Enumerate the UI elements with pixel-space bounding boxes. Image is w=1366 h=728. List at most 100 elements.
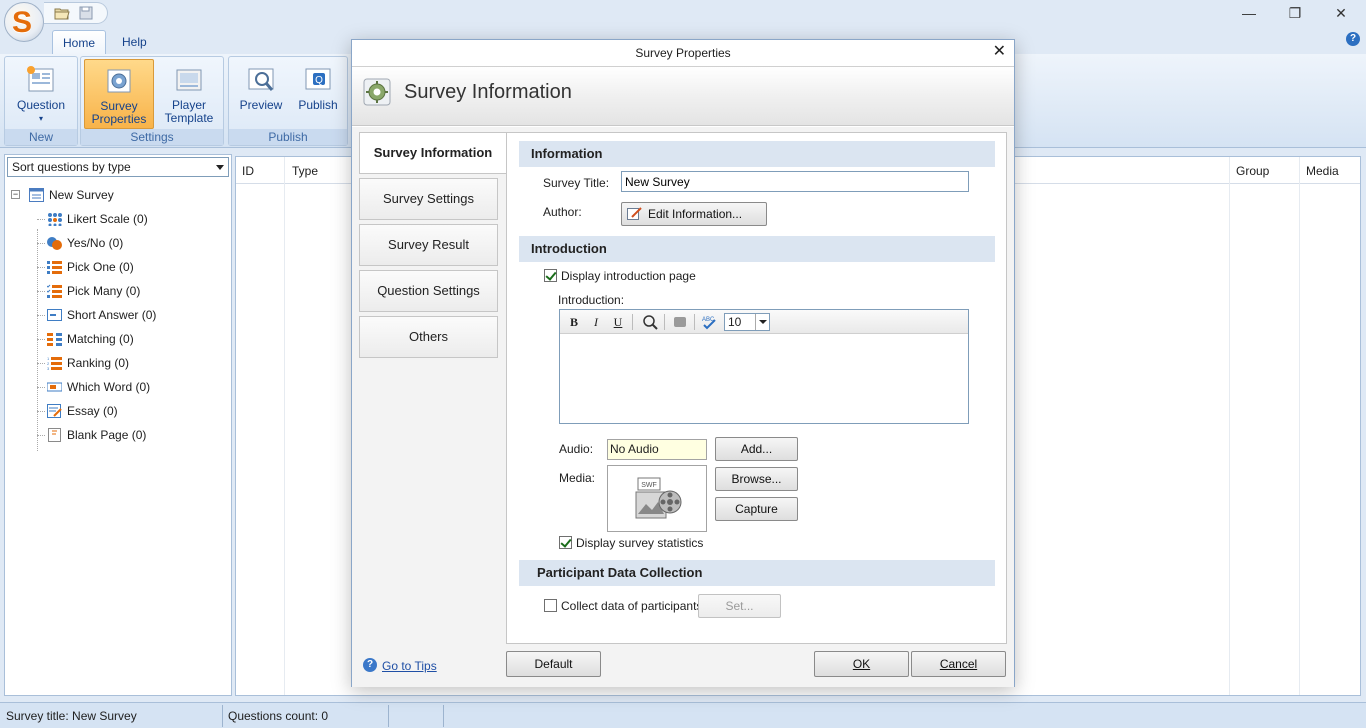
status-survey-title: Survey title: New Survey [6,709,137,723]
tab-question-settings[interactable]: Question Settings [359,270,498,312]
column-header-group[interactable]: Group [1236,164,1269,178]
pick-one-icon [47,261,62,274]
tree-connector [37,267,45,268]
browse-media-button[interactable]: Browse... [715,467,798,491]
tree-item-matching[interactable]: Matching (0) [11,327,227,351]
tree-item-ranking[interactable]: 123 Ranking (0) [11,351,227,375]
player-template-button[interactable]: Player Template [156,59,222,129]
tree-item-likert-scale[interactable]: Likert Scale (0) [11,207,227,231]
add-audio-button[interactable]: Add... [715,437,798,461]
edit-information-button[interactable]: Edit Information... [621,202,767,226]
font-size-select[interactable]: 10 [724,313,770,331]
yes-no-icon [47,237,62,250]
tab-help[interactable]: Help [112,30,157,55]
tree-item-blank-page[interactable]: Blank Page (0) [11,423,227,447]
tree-root-new-survey[interactable]: − New Survey [11,183,227,207]
sort-select-value: Sort questions by type [12,160,131,174]
set-participant-data-button[interactable]: Set... [698,594,781,618]
save-icon[interactable] [78,6,94,20]
tree-item-short-answer[interactable]: Short Answer (0) [11,303,227,327]
tree-item-pick-many[interactable]: Pick Many (0) [11,279,227,303]
close-icon[interactable]: ✕ [993,44,1006,60]
section-introduction: Introduction [519,236,995,262]
tab-home[interactable]: Home [52,30,106,55]
tab-survey-information[interactable]: Survey Information [359,132,506,174]
svg-text:SWF: SWF [641,482,657,489]
publish-button[interactable]: Q Publish [291,59,345,129]
tab-survey-result[interactable]: Survey Result [359,224,498,266]
column-header-media[interactable]: Media [1306,164,1339,178]
go-to-tips-link[interactable]: ? Go to Tips [363,658,437,673]
section-information: Information [519,141,995,167]
display-survey-statistics-checkbox[interactable] [559,536,572,549]
survey-properties-button[interactable]: Survey Properties [84,59,154,129]
status-bar: Survey title: New Survey Questions count… [0,702,1366,728]
question-button[interactable]: Question ▾ [9,59,73,129]
tree-item-essay[interactable]: Essay (0) [11,399,227,423]
go-to-tips-label: Go to Tips [382,659,437,673]
tree-item-pick-one[interactable]: Pick One (0) [11,255,227,279]
toolbar-divider [632,314,633,330]
ok-button[interactable]: OK [814,651,909,677]
help-icon[interactable]: ? [1346,32,1360,46]
close-window-button[interactable]: ✕ [1318,0,1364,28]
survey-properties-dialog: Survey Properties ✕ Survey Information S… [351,39,1015,687]
status-questions-count: Questions count: 0 [228,709,329,723]
tree-item-yes-no[interactable]: Yes/No (0) [11,231,227,255]
question-button-label: Question [16,98,66,112]
spell-check-icon[interactable]: ABC [701,313,719,331]
status-divider [222,705,223,727]
app-logo-button[interactable]: S [4,2,44,42]
ribbon-group-new: Question ▾ New [4,56,78,146]
cancel-button[interactable]: Cancel [911,651,1006,677]
column-header-type[interactable]: Type [292,164,318,178]
tab-survey-settings[interactable]: Survey Settings [359,178,498,220]
audio-field: No Audio [607,439,707,460]
survey-properties-icon [107,69,131,93]
survey-information-panel: Information Survey Title: Author: Edit I… [506,132,1007,644]
tree-item-label: Short Answer (0) [67,308,157,322]
speech-icon[interactable] [671,313,689,331]
app-logo-letter: S [12,6,33,39]
editor-toolbar: B I U ABC 10 [560,310,968,334]
tree-connector [37,363,45,364]
group-label-publish: Publish [229,129,347,145]
sort-questions-select[interactable]: Sort questions by type [7,157,229,177]
dialog-body: Survey Information Survey Settings Surve… [352,127,1014,687]
ribbon-group-publish: Preview Q Publish Publish [228,56,348,146]
underline-button[interactable]: U [609,313,627,331]
section-participant-data: Participant Data Collection [519,560,995,586]
display-introduction-checkbox[interactable] [544,269,557,282]
default-button[interactable]: Default [506,651,601,677]
collect-participant-data-checkbox[interactable] [544,599,557,612]
open-folder-icon[interactable] [54,6,70,20]
preview-button[interactable]: Preview [233,59,289,129]
survey-title-label: Survey Title: [543,176,610,190]
collapse-icon[interactable]: − [11,190,20,199]
edit-information-label: Edit Information... [648,207,743,221]
capture-media-button[interactable]: Capture [715,497,798,521]
tree-item-label: Ranking (0) [67,356,130,370]
edit-icon [627,207,642,220]
italic-button[interactable]: I [587,313,605,331]
short-answer-icon [47,309,62,321]
minimize-button[interactable]: — [1226,0,1272,28]
question-icon [27,66,54,92]
status-divider [388,705,389,727]
find-replace-icon[interactable] [641,313,659,331]
bold-button[interactable]: B [565,313,583,331]
tree-item-which-word[interactable]: Which Word (0) [11,375,227,399]
column-header-id[interactable]: ID [242,164,254,178]
gear-icon [363,78,391,106]
introduction-editor[interactable]: B I U ABC 10 [559,309,969,424]
svg-text:3: 3 [47,366,50,370]
survey-icon [29,188,44,202]
ribbon-group-settings: Survey Properties Player Template Settin… [80,56,224,146]
status-divider [443,705,444,727]
survey-title-input[interactable] [621,171,969,192]
quick-access-toolbar [44,2,108,24]
player-template-label: Player Template [164,98,214,125]
essay-icon [47,404,62,418]
tab-others[interactable]: Others [359,316,498,358]
restore-button[interactable]: ❐ [1272,0,1318,28]
